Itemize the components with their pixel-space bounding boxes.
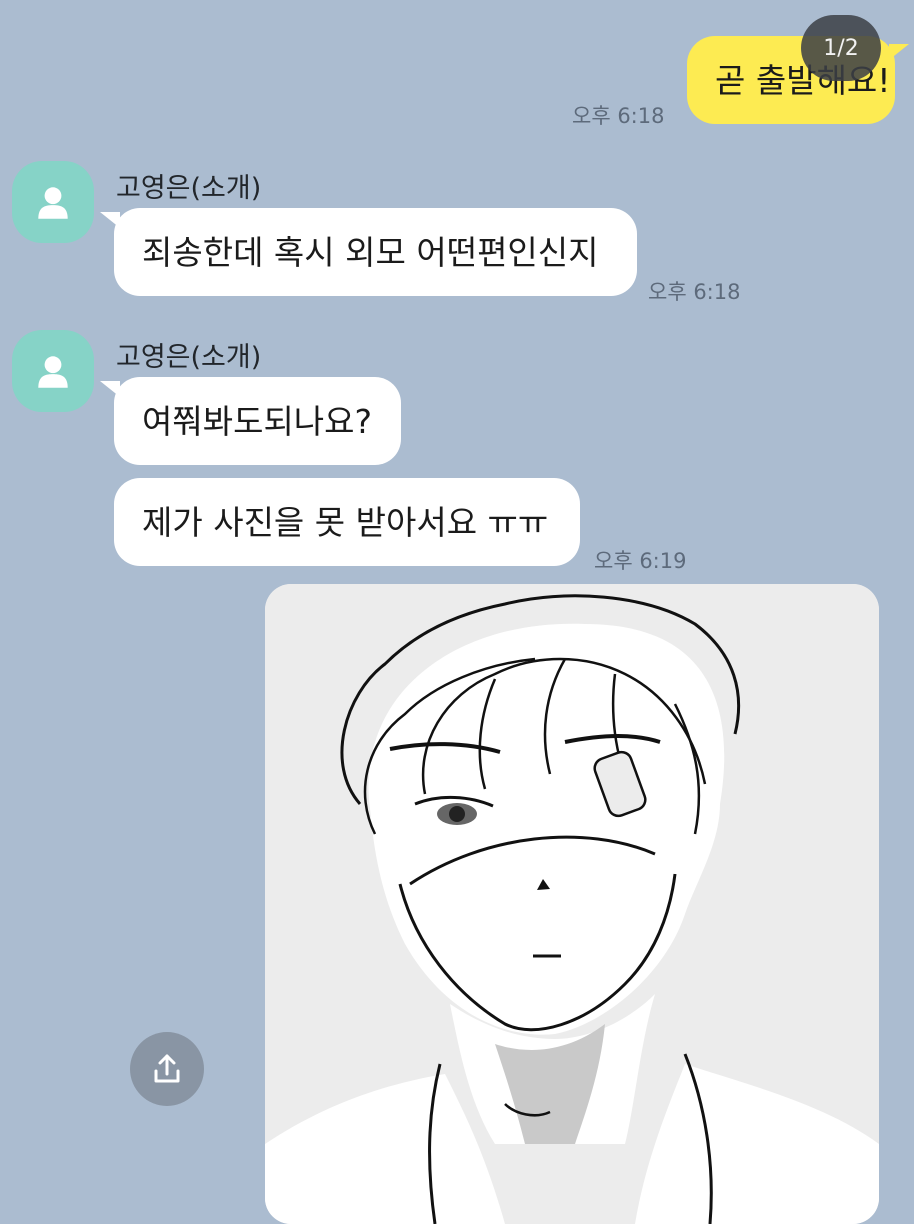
sender-name: 고영은(소개): [116, 342, 262, 373]
sender-name: 고영은(소개): [116, 173, 262, 204]
share-upload-icon: [154, 1054, 180, 1083]
person-icon: [38, 187, 68, 219]
share-button[interactable]: [130, 1032, 204, 1106]
incoming-message-time: 오후 6:18: [648, 280, 741, 304]
portrait-drawing: [265, 584, 879, 1224]
incoming-message-bubble[interactable]: 죄송한데 혹시 외모 어떤편인신지: [100, 208, 637, 296]
incoming-message-text: 제가 사진을 못 받아서요 ㅠㅠ: [142, 502, 549, 542]
image-counter-badge: 1/2: [801, 15, 881, 81]
my-message-time: 오후 6:18: [572, 104, 665, 128]
sender-avatar[interactable]: [12, 161, 94, 243]
image-attachment[interactable]: [265, 584, 879, 1224]
incoming-message-text: 죄송한데 혹시 외모 어떤편인신지: [142, 232, 599, 272]
incoming-message-bubble[interactable]: 제가 사진을 못 받아서요 ㅠㅠ: [114, 478, 580, 566]
sender-avatar[interactable]: [12, 330, 94, 412]
person-icon: [38, 356, 68, 388]
incoming-message-text: 여쭤봐도되나요?: [142, 401, 373, 441]
incoming-message-bubble[interactable]: 여쭤봐도되나요?: [100, 377, 401, 465]
incoming-message-time: 오후 6:19: [594, 549, 687, 573]
